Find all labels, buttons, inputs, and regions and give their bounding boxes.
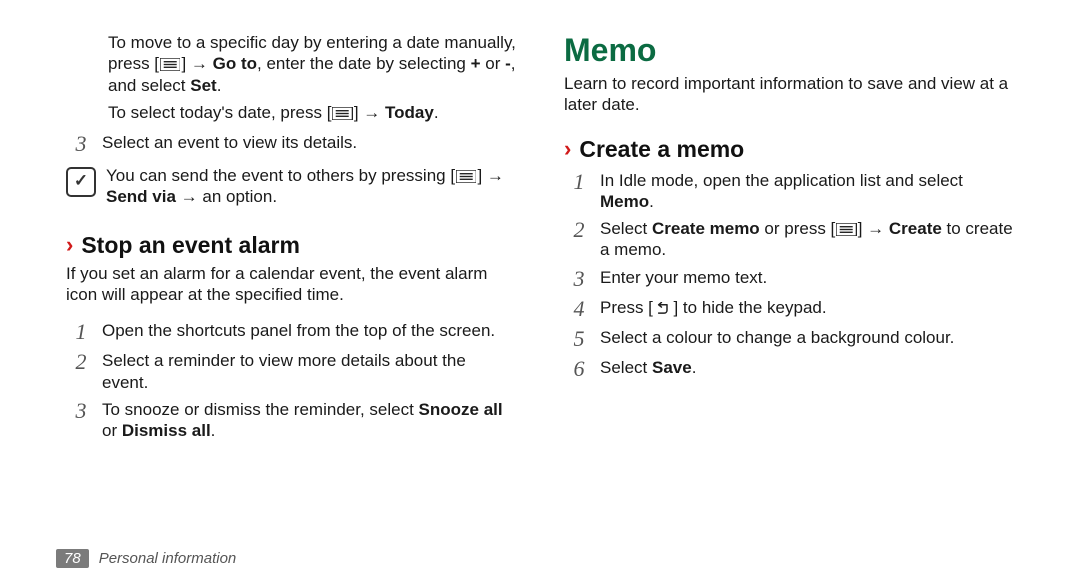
- text: To snooze or dismiss the reminder, selec…: [102, 400, 419, 419]
- step-number: 2: [66, 350, 96, 374]
- text-bold: Send via: [106, 187, 176, 206]
- goto-line: To move to a specific day by entering a …: [108, 32, 516, 96]
- step-text: Select a reminder to view more details a…: [102, 350, 516, 393]
- chevron-right-icon: ›: [66, 232, 73, 258]
- text: You can send the event to others by pres…: [106, 166, 455, 185]
- step-text: Press [ ] to hide the keypad.: [600, 297, 1014, 318]
- step-text: In Idle mode, open the application list …: [600, 170, 1014, 213]
- heading-create-memo: › Create a memo: [564, 136, 1014, 163]
- text: .: [211, 421, 216, 440]
- text-bold: Snooze all: [419, 400, 503, 419]
- create-step-2: 2 Select Create memo or press [ ] → Creat…: [564, 218, 1014, 261]
- step-text: Select an event to view its details.: [102, 132, 516, 153]
- text: ] to hide the keypad.: [673, 298, 826, 317]
- step-3-view-event: 3 Select an event to view its details.: [66, 132, 516, 156]
- text: .: [217, 76, 222, 95]
- text: .: [434, 103, 439, 122]
- step-number: 2: [564, 218, 594, 242]
- text-bold: Go to: [213, 54, 257, 73]
- text-bold: Save: [652, 358, 692, 377]
- text-bold: Set: [190, 76, 216, 95]
- section-label: Personal information: [99, 550, 237, 567]
- note-icon: ✓: [66, 167, 96, 197]
- menu-icon: [455, 170, 477, 183]
- back-icon: [653, 302, 674, 315]
- create-step-6: 6 Select Save.: [564, 357, 1014, 381]
- create-step-5: 5 Select a colour to change a background…: [564, 327, 1014, 351]
- chevron-right-icon: ›: [564, 136, 571, 162]
- step-number: 3: [66, 132, 96, 156]
- step-number: 1: [66, 320, 96, 344]
- create-step-1: 1 In Idle mode, open the application lis…: [564, 170, 1014, 213]
- text-bold: Memo: [600, 192, 649, 211]
- memo-intro: Learn to record important information to…: [564, 73, 1014, 116]
- stop-step-1: 1 Open the shortcuts panel from the top …: [66, 320, 516, 344]
- note-send-via: ✓ You can send the event to others by pr…: [66, 165, 516, 208]
- step-number: 3: [66, 399, 96, 423]
- goto-tip: To move to a specific day by entering a …: [108, 32, 516, 129]
- text: ] →: [858, 219, 889, 238]
- text: ] →: [354, 103, 385, 122]
- create-step-4: 4 Press [ ] to hide the keypad.: [564, 297, 1014, 321]
- step-number: 4: [564, 297, 594, 321]
- note-text: You can send the event to others by pres…: [106, 165, 516, 208]
- text: .: [649, 192, 654, 211]
- text: ] →: [477, 166, 503, 185]
- step-text: Open the shortcuts panel from the top of…: [102, 320, 516, 341]
- menu-icon: [159, 58, 181, 71]
- text-bold: +: [471, 54, 481, 73]
- text: → an option.: [176, 187, 277, 206]
- text: To select today's date, press [: [108, 103, 331, 122]
- stop-step-3: 3 To snooze or dismiss the reminder, sel…: [66, 399, 516, 442]
- text: or press [: [760, 219, 836, 238]
- step-number: 5: [564, 327, 594, 351]
- create-step-3: 3 Enter your memo text.: [564, 267, 1014, 291]
- menu-icon: [331, 107, 353, 120]
- text: , enter the date by selecting: [257, 54, 471, 73]
- text: Select: [600, 358, 652, 377]
- text-bold: Today: [385, 103, 434, 122]
- right-column: Memo Learn to record important informati…: [540, 32, 1024, 568]
- text: Select: [600, 219, 652, 238]
- step-text: Enter your memo text.: [600, 267, 1014, 288]
- page-number: 78: [56, 549, 89, 568]
- text-bold: Dismiss all: [122, 421, 211, 440]
- menu-icon: [835, 223, 857, 236]
- text: In Idle mode, open the application list …: [600, 171, 963, 190]
- left-column: To move to a specific day by entering a …: [56, 32, 540, 568]
- text: or: [481, 54, 506, 73]
- heading-text: Stop an event alarm: [81, 232, 300, 259]
- step-text: Select Save.: [600, 357, 1014, 378]
- today-line: To select today's date, press [ ] → Today…: [108, 102, 516, 123]
- step-text: Select Create memo or press [] → Create …: [600, 218, 1014, 261]
- stop-step-2: 2 Select a reminder to view more details…: [66, 350, 516, 393]
- step-number: 1: [564, 170, 594, 194]
- heading-memo: Memo: [564, 32, 1014, 69]
- heading-text: Create a memo: [579, 136, 744, 163]
- stop-intro: If you set an alarm for a calendar event…: [66, 263, 516, 306]
- text-bold: Create: [889, 219, 942, 238]
- step-text: To snooze or dismiss the reminder, selec…: [102, 399, 516, 442]
- text: .: [692, 358, 697, 377]
- step-number: 3: [564, 267, 594, 291]
- step-number: 6: [564, 357, 594, 381]
- text: Press [: [600, 298, 653, 317]
- manual-page: To move to a specific day by entering a …: [0, 0, 1080, 586]
- heading-stop-alarm: › Stop an event alarm: [66, 232, 516, 259]
- text: ] →: [181, 54, 212, 73]
- page-footer: 78 Personal information: [56, 549, 236, 568]
- text-bold: Create memo: [652, 219, 760, 238]
- step-text: Select a colour to change a background c…: [600, 327, 1014, 348]
- text: or: [102, 421, 122, 440]
